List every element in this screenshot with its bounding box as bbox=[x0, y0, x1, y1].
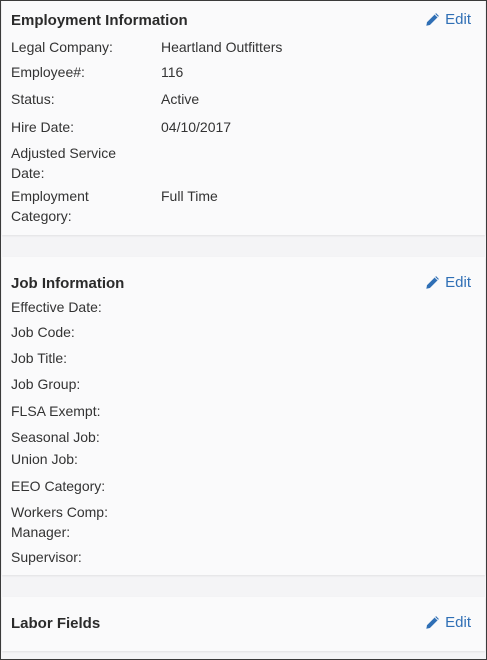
labor-edit-label: Edit bbox=[445, 614, 471, 631]
field-label: Status: bbox=[11, 91, 55, 107]
employment-edit-button[interactable]: Edit bbox=[425, 11, 471, 28]
field-value: Full Time bbox=[161, 188, 218, 204]
field-value: 116 bbox=[161, 64, 184, 80]
pencil-icon bbox=[426, 13, 440, 26]
employment-edit-label: Edit bbox=[445, 11, 471, 28]
field-label: Supervisor: bbox=[11, 549, 82, 565]
field-label: Adjusted Service Date: bbox=[11, 145, 117, 181]
job-information-title: Job Information bbox=[11, 275, 125, 292]
job-edit-button[interactable]: Edit bbox=[425, 274, 471, 291]
labor-fields-card: Labor Fields Edit bbox=[2, 597, 485, 651]
field-label: Hire Date: bbox=[11, 119, 75, 135]
field-label: Union Job: bbox=[11, 451, 78, 467]
field-label: Legal Company: bbox=[11, 39, 113, 55]
field-label: Effective Date: bbox=[11, 299, 102, 315]
field-label: Job Group: bbox=[11, 376, 81, 392]
employment-information-title: Employment Information bbox=[11, 12, 188, 29]
field-label: Workers Comp: Manager: bbox=[11, 504, 108, 540]
employment-information-card: Employment Information Edit Legal Compan… bbox=[2, 1, 485, 235]
job-information-card: Job Information Edit Effective Date: Job… bbox=[2, 257, 485, 575]
labor-edit-button[interactable]: Edit bbox=[425, 614, 471, 631]
field-label: Employee#: bbox=[11, 64, 85, 80]
field-value: Active bbox=[161, 91, 200, 107]
field-label: EEO Category: bbox=[11, 478, 106, 494]
labor-fields-title: Labor Fields bbox=[11, 615, 101, 632]
field-label: Job Title: bbox=[11, 350, 68, 366]
employee-details-panel: Employment Information Edit Legal Compan… bbox=[0, 0, 487, 660]
field-label: Employment Category: bbox=[11, 188, 89, 224]
field-value: 04/10/2017 bbox=[161, 119, 232, 135]
pencil-icon bbox=[426, 616, 440, 629]
field-label: Seasonal Job: bbox=[11, 429, 100, 445]
field-label: Job Code: bbox=[11, 324, 75, 340]
job-edit-label: Edit bbox=[445, 274, 471, 291]
field-label: FLSA Exempt: bbox=[11, 403, 101, 419]
field-value: Heartland Outfitters bbox=[161, 39, 283, 55]
pencil-icon bbox=[426, 276, 440, 289]
